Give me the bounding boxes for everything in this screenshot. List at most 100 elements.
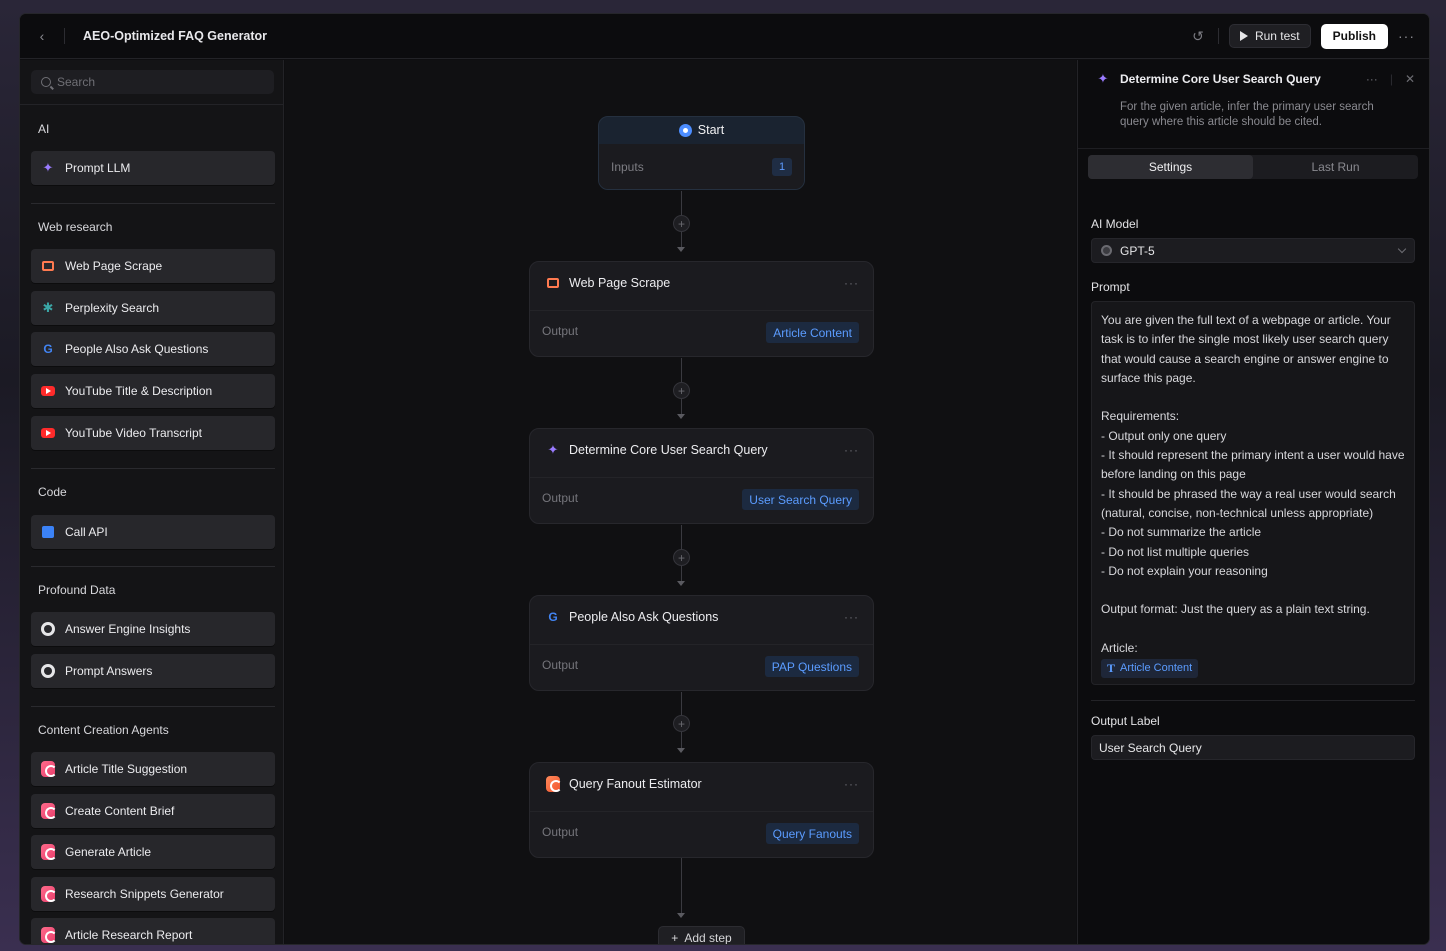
history-icon[interactable]: ↺ bbox=[1188, 28, 1208, 45]
sidebar-item-label: Prompt LLM bbox=[65, 161, 131, 175]
run-test-button[interactable]: Run test bbox=[1228, 24, 1311, 48]
agent-icon bbox=[41, 761, 57, 777]
panel-tabs: Settings Last Run bbox=[1088, 155, 1418, 179]
panel-actions: ··· | ✕ bbox=[1366, 72, 1415, 86]
workflow-node-people-also-ask[interactable]: G People Also Ask Questions ··· Output P… bbox=[529, 595, 874, 691]
sidebar-item-article-title-suggestion[interactable]: Article Title Suggestion bbox=[31, 752, 275, 786]
profound-icon bbox=[41, 664, 55, 678]
youtube-icon bbox=[41, 426, 55, 440]
google-icon: G bbox=[43, 342, 53, 356]
node-output-label: Output bbox=[542, 658, 579, 672]
sidebar-item-prompt-answers[interactable]: Prompt Answers bbox=[31, 654, 275, 688]
output-label-input[interactable] bbox=[1091, 735, 1415, 760]
add-step-plus-icon[interactable]: + bbox=[673, 715, 690, 732]
node-title: People Also Ask Questions bbox=[569, 610, 719, 624]
divider bbox=[530, 310, 873, 311]
connector-line bbox=[681, 858, 682, 916]
tab-last-run[interactable]: Last Run bbox=[1253, 155, 1418, 179]
add-step-plus-icon[interactable]: + bbox=[673, 215, 690, 232]
more-options-icon[interactable]: ··· bbox=[1366, 72, 1378, 86]
section-heading-profound-data: Profound Data bbox=[38, 583, 116, 597]
start-node[interactable]: Start Inputs 1 bbox=[598, 116, 805, 190]
sidebar-item-call-api[interactable]: Call API bbox=[31, 515, 275, 549]
workflow-node-determine-query[interactable]: ✦ Determine Core User Search Query ··· O… bbox=[529, 428, 874, 524]
sidebar-item-youtube-title[interactable]: YouTube Title & Description bbox=[31, 374, 275, 408]
step-settings-panel: ✦ Determine Core User Search Query ··· |… bbox=[1077, 60, 1429, 944]
tab-settings[interactable]: Settings bbox=[1088, 155, 1253, 179]
add-step-plus-icon[interactable]: + bbox=[673, 549, 690, 566]
search-input[interactable] bbox=[57, 75, 257, 89]
workflow-canvas[interactable]: + + + + Start Inputs 1 Web Page Scrape ·… bbox=[285, 60, 1076, 944]
sidebar-item-people-also-ask[interactable]: G People Also Ask Questions bbox=[31, 332, 275, 366]
search-box[interactable] bbox=[31, 70, 274, 94]
node-output-tag[interactable]: Article Content bbox=[766, 322, 859, 343]
workflow-node-web-page-scrape[interactable]: Web Page Scrape ··· Output Article Conte… bbox=[529, 261, 874, 357]
ai-model-select[interactable]: GPT-5 bbox=[1091, 238, 1415, 263]
more-options-icon[interactable]: ··· bbox=[844, 610, 859, 624]
sidebar-item-label: Perplexity Search bbox=[65, 301, 160, 315]
sidebar-item-label: Generate Article bbox=[65, 845, 152, 859]
more-options-icon[interactable]: ··· bbox=[844, 276, 859, 290]
sparkle-icon: ✦ bbox=[547, 442, 559, 457]
inputs-label: Inputs bbox=[611, 159, 644, 174]
more-options-icon[interactable]: ··· bbox=[844, 777, 859, 791]
node-output-tag[interactable]: PAP Questions bbox=[764, 656, 859, 677]
arrow-down-icon bbox=[677, 414, 685, 419]
add-step-plus-icon[interactable]: + bbox=[673, 382, 690, 399]
agent-icon bbox=[41, 927, 57, 943]
divider bbox=[64, 28, 65, 44]
sidebar-item-label: Create Content Brief bbox=[65, 804, 175, 818]
node-header: Web Page Scrape ··· bbox=[546, 276, 859, 290]
divider bbox=[530, 811, 873, 812]
sparkle-icon: ✦ bbox=[1097, 71, 1109, 86]
run-test-label: Run test bbox=[1254, 29, 1300, 43]
workflow-node-query-fanout[interactable]: Query Fanout Estimator ··· Output Query … bbox=[529, 762, 874, 858]
sidebar-item-article-research-report[interactable]: Article Research Report bbox=[31, 918, 275, 944]
sidebar-item-create-content-brief[interactable]: Create Content Brief bbox=[31, 794, 275, 828]
divider bbox=[31, 203, 275, 204]
sidebar-item-perplexity-search[interactable]: ✱ Perplexity Search bbox=[31, 291, 275, 325]
inputs-count-badge: 1 bbox=[772, 157, 792, 176]
sidebar-item-label: YouTube Video Transcript bbox=[65, 426, 202, 440]
api-icon bbox=[41, 525, 55, 539]
sidebar-item-answer-engine-insights[interactable]: Answer Engine Insights bbox=[31, 612, 275, 646]
node-output-tag[interactable]: Query Fanouts bbox=[765, 823, 859, 844]
sidebar-item-web-page-scrape[interactable]: Web Page Scrape bbox=[31, 249, 275, 283]
section-heading-web-research: Web research bbox=[38, 220, 113, 234]
chevron-left-icon[interactable]: ‹ bbox=[20, 14, 64, 59]
ai-model-value: GPT-5 bbox=[1120, 243, 1155, 258]
node-title: Determine Core User Search Query bbox=[569, 443, 768, 457]
sidebar-item-research-snippets[interactable]: Research Snippets Generator bbox=[31, 877, 275, 911]
prompt-variable-chip[interactable]: T Article Content bbox=[1101, 659, 1199, 679]
start-node-header: Start bbox=[599, 117, 804, 143]
sidebar-item-prompt-llm[interactable]: ✦ Prompt LLM bbox=[31, 151, 275, 185]
start-inputs-row[interactable]: Inputs 1 bbox=[599, 144, 804, 189]
sidebar-item-label: YouTube Title & Description bbox=[65, 384, 213, 398]
arrow-down-icon bbox=[677, 913, 685, 918]
node-header: Query Fanout Estimator ··· bbox=[546, 776, 859, 792]
perplexity-icon: ✱ bbox=[42, 300, 54, 315]
search-icon bbox=[41, 77, 51, 87]
start-icon bbox=[678, 123, 692, 137]
publish-button[interactable]: Publish bbox=[1320, 23, 1388, 49]
divider bbox=[530, 644, 873, 645]
sidebar-item-generate-article[interactable]: Generate Article bbox=[31, 835, 275, 869]
node-title: Query Fanout Estimator bbox=[569, 777, 702, 791]
prompt-text: You are given the full text of a webpage… bbox=[1101, 313, 1405, 656]
chevron-down-icon bbox=[1397, 244, 1407, 254]
prompt-editor[interactable]: You are given the full text of a webpage… bbox=[1091, 301, 1415, 685]
close-icon[interactable]: ✕ bbox=[1405, 72, 1415, 86]
openai-icon bbox=[1101, 245, 1112, 256]
node-header: ✦ Determine Core User Search Query ··· bbox=[546, 442, 859, 457]
add-step-button[interactable]: + Add step bbox=[658, 926, 745, 944]
divider: | bbox=[1389, 72, 1393, 86]
sidebar-item-label: Call API bbox=[65, 525, 108, 539]
top-bar: ‹ AEO-Optimized FAQ Generator ↺ Run test… bbox=[20, 14, 1429, 59]
node-output-tag[interactable]: User Search Query bbox=[742, 489, 859, 510]
more-options-icon[interactable]: ··· bbox=[844, 443, 859, 457]
sidebar-item-youtube-transcript[interactable]: YouTube Video Transcript bbox=[31, 416, 275, 450]
app-window: ‹ AEO-Optimized FAQ Generator ↺ Run test… bbox=[20, 14, 1429, 944]
sidebar-item-label: Answer Engine Insights bbox=[65, 622, 191, 636]
divider bbox=[31, 706, 275, 707]
more-options-icon[interactable]: ··· bbox=[1398, 28, 1415, 44]
